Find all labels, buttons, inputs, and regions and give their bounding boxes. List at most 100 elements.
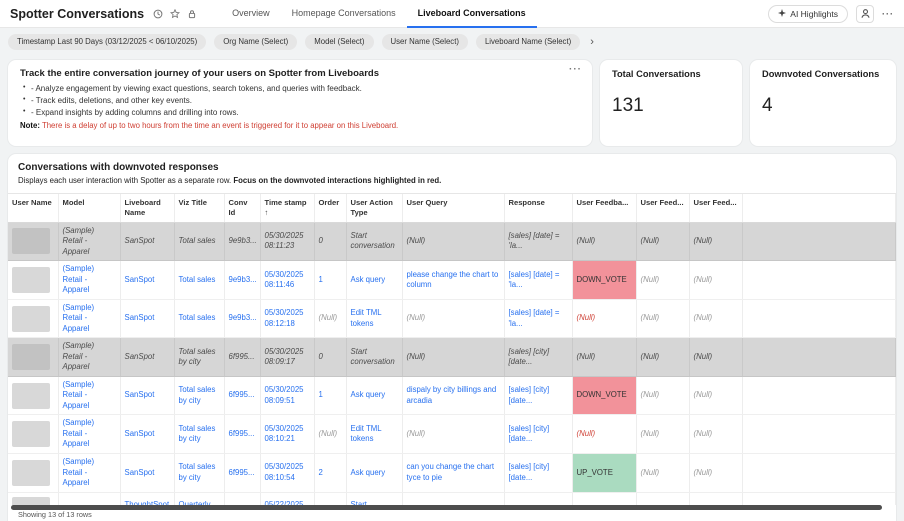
cell-liveboard-name[interactable]: SanSpot (120, 338, 174, 377)
cell-model[interactable]: (Null) (58, 492, 120, 505)
cell-user-query[interactable]: (Null) (402, 299, 504, 338)
lock-icon[interactable] (187, 9, 197, 19)
cell-viz-title[interactable]: Total sales (174, 261, 224, 300)
cell-user-action-type[interactable]: Ask query (346, 454, 402, 493)
col-user-query[interactable]: User Query (402, 194, 504, 222)
cell-user-feedback[interactable]: DOWN_VOTE (572, 261, 636, 300)
cell-user-feedback-2[interactable]: (Null) (636, 338, 689, 377)
tab-homepage-conversations[interactable]: Homepage Conversations (281, 0, 407, 28)
cell-viz-title[interactable]: Quarterly Revenue (174, 492, 224, 505)
cell-user-query[interactable]: (Null) (402, 338, 504, 377)
cell-user-action-type[interactable]: Start conversation (346, 222, 402, 261)
cell-liveboard-name[interactable]: SanSpot (120, 299, 174, 338)
cell-liveboard-name[interactable]: SanSpot (120, 376, 174, 415)
cell-user-feedback[interactable]: (Null) (572, 222, 636, 261)
cell-user-action-type[interactable]: Edit TML tokens (346, 299, 402, 338)
cell-filler[interactable] (742, 261, 896, 300)
cell-filler[interactable] (742, 222, 896, 261)
cell-viz-title[interactable]: Total sales (174, 222, 224, 261)
cell-user-action-type[interactable]: Ask query (346, 261, 402, 300)
tab-overview[interactable]: Overview (221, 0, 281, 28)
cell-timestamp[interactable]: 05/30/202508:10:54 (260, 454, 314, 493)
col-order[interactable]: Order (314, 194, 346, 222)
filters-chevron-right-icon[interactable]: › (588, 34, 596, 50)
cell-user-feedback-2[interactable]: (Null) (636, 415, 689, 454)
cell-user-action-type[interactable]: Edit TML tokens (346, 415, 402, 454)
cell-user-query[interactable]: (Null) (402, 492, 504, 505)
table-row[interactable]: (Null)ThoughtSpot RevenueQuarterly Reven… (8, 492, 896, 505)
cell-user-feedback-2[interactable]: (Null) (636, 299, 689, 338)
cell-timestamp[interactable]: 05/30/202508:09:51 (260, 376, 314, 415)
cell-user-feedback[interactable]: (Null) (572, 492, 636, 505)
sort-ascending-icon[interactable]: ↑ (265, 208, 269, 217)
col-user-name[interactable]: User Name (8, 194, 58, 222)
cell-order[interactable]: 1 (314, 492, 346, 505)
cell-liveboard-name[interactable]: SanSpot (120, 222, 174, 261)
cell-user-query[interactable]: (Null) (402, 415, 504, 454)
cell-filler[interactable] (742, 338, 896, 377)
cell-model[interactable]: (Sample) Retail - Apparel (58, 338, 120, 377)
filter-chip-user-name[interactable]: User Name (Select) (382, 34, 468, 50)
cell-user-feedback[interactable]: (Null) (572, 415, 636, 454)
cell-order[interactable]: (Null) (314, 299, 346, 338)
table-row[interactable]: (Sample) Retail - ApparelSanSpotTotal sa… (8, 299, 896, 338)
col-response[interactable]: Response (504, 194, 572, 222)
table-row[interactable]: (Sample) Retail - ApparelSanSpotTotal sa… (8, 454, 896, 493)
cell-response[interactable]: [sales] [date] = 'la... (504, 222, 572, 261)
cell-model[interactable]: (Sample) Retail - Apparel (58, 376, 120, 415)
cell-filler[interactable] (742, 492, 896, 505)
filter-chip-model[interactable]: Model (Select) (305, 34, 373, 50)
cell-response[interactable]: [sales] [date] = 'la... (504, 299, 572, 338)
cell-order[interactable]: 1 (314, 376, 346, 415)
cell-liveboard-name[interactable]: SanSpot (120, 415, 174, 454)
col-viz-title[interactable]: Viz Title (174, 194, 224, 222)
cell-order[interactable]: 1 (314, 261, 346, 300)
cell-order[interactable]: 0 (314, 222, 346, 261)
cell-response[interactable]: [sales] [city] [date... (504, 376, 572, 415)
cell-user-name[interactable] (8, 376, 58, 415)
table-row[interactable]: (Sample) Retail - ApparelSanSpotTotal sa… (8, 415, 896, 454)
cell-filler[interactable] (742, 415, 896, 454)
table-row[interactable]: (Sample) Retail - ApparelSanSpotTotal sa… (8, 376, 896, 415)
cell-user-feedback-3[interactable]: (Null) (689, 261, 742, 300)
col-timestamp[interactable]: Time stamp ↑ (260, 194, 314, 222)
cell-user-name[interactable] (8, 338, 58, 377)
schedule-icon[interactable] (153, 9, 163, 19)
cell-user-name[interactable] (8, 454, 58, 493)
cell-user-feedback-2[interactable]: (Null) (636, 222, 689, 261)
cell-conv-id[interactable]: Ee3f0... (224, 492, 260, 505)
cell-conv-id[interactable]: 6f995... (224, 376, 260, 415)
cell-user-feedback-3[interactable]: (Null) (689, 415, 742, 454)
cell-filler[interactable] (742, 299, 896, 338)
filter-chip-org-name[interactable]: Org Name (Select) (214, 34, 297, 50)
tab-liveboard-conversations[interactable]: Liveboard Conversations (407, 0, 537, 28)
cell-user-action-type[interactable]: Start conversation (346, 338, 402, 377)
cell-liveboard-name[interactable]: ThoughtSpot Revenue (120, 492, 174, 505)
cell-user-action-type[interactable]: Ask query (346, 376, 402, 415)
cell-timestamp[interactable]: 05/30/202508:10:21 (260, 415, 314, 454)
cell-user-feedback-3[interactable]: (Null) (689, 376, 742, 415)
share-button[interactable] (856, 5, 874, 23)
cell-response[interactable]: (Null) (504, 492, 572, 505)
cell-user-query[interactable]: please change the chart to column (402, 261, 504, 300)
cell-response[interactable]: [sales] [city] [date... (504, 454, 572, 493)
cell-user-name[interactable] (8, 415, 58, 454)
cell-conv-id[interactable]: 9e9b3... (224, 222, 260, 261)
cell-model[interactable]: (Sample) Retail - Apparel (58, 261, 120, 300)
cell-conv-id[interactable]: 6f995... (224, 415, 260, 454)
cell-filler[interactable] (742, 376, 896, 415)
col-model[interactable]: Model (58, 194, 120, 222)
cell-response[interactable]: [sales] [date] = 'la... (504, 261, 572, 300)
cell-viz-title[interactable]: Total sales by city (174, 338, 224, 377)
table-scroll-area[interactable]: User Name Model Liveboard Name Viz Title… (8, 193, 896, 505)
cell-viz-title[interactable]: Total sales by city (174, 376, 224, 415)
cell-model[interactable]: (Sample) Retail - Apparel (58, 415, 120, 454)
cell-user-feedback-3[interactable]: (Null) (689, 492, 742, 505)
cell-user-query[interactable]: can you change the chart tyce to pie (402, 454, 504, 493)
cell-viz-title[interactable]: Total sales (174, 299, 224, 338)
cell-model[interactable]: (Sample) Retail - Apparel (58, 222, 120, 261)
cell-conv-id[interactable]: 6f995... (224, 338, 260, 377)
cell-liveboard-name[interactable]: SanSpot (120, 454, 174, 493)
cell-timestamp[interactable]: 05/30/202508:12:18 (260, 299, 314, 338)
cell-viz-title[interactable]: Total sales by city (174, 415, 224, 454)
